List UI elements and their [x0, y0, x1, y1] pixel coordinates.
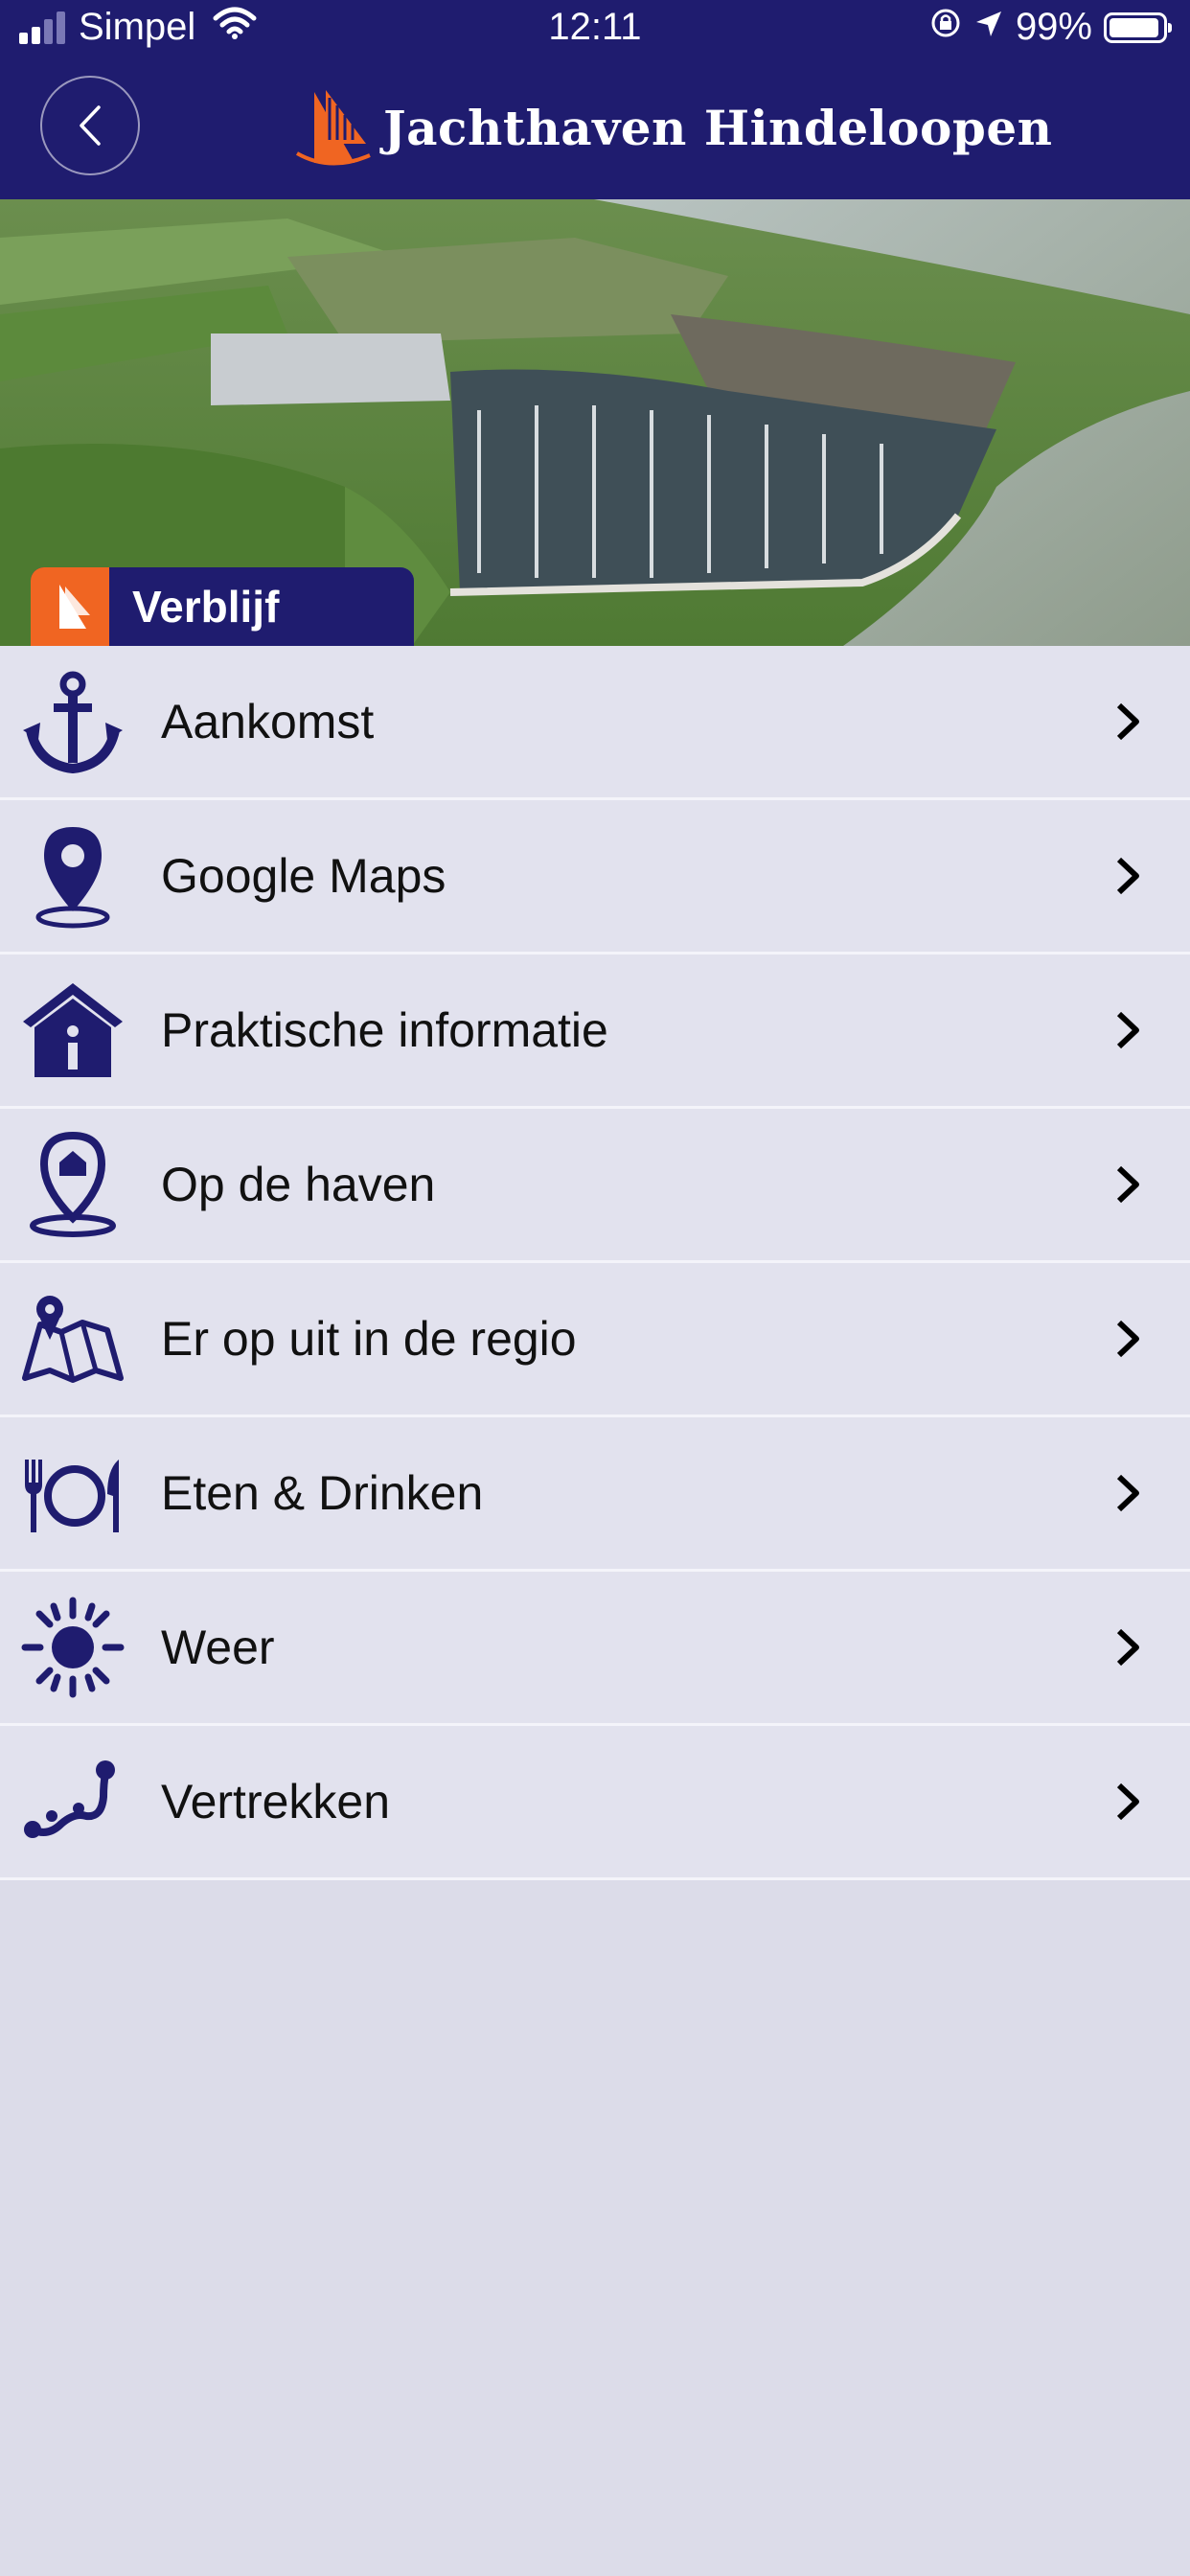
chevron-right-icon	[1116, 1628, 1139, 1667]
battery-icon	[1104, 12, 1172, 43]
menu-item-eten-drinken[interactable]: Eten & Drinken	[0, 1417, 1190, 1572]
menu-item-label: Aankomst	[161, 695, 375, 748]
chevron-right-icon	[1116, 1782, 1139, 1821]
menu-item-er-op-uit[interactable]: Er op uit in de regio	[0, 1263, 1190, 1417]
menu-item-google-maps[interactable]: Google Maps	[0, 800, 1190, 954]
chevron-right-icon	[1116, 1011, 1139, 1049]
house-info-icon	[23, 983, 123, 1077]
location-home-icon	[30, 1132, 116, 1237]
status-bar: Simpel 12:11 99%	[0, 0, 1190, 59]
menu-item-label: Er op uit in de regio	[161, 1312, 577, 1366]
chevron-right-icon	[1116, 1474, 1139, 1512]
menu-item-praktische-informatie[interactable]: Praktische informatie	[0, 954, 1190, 1109]
back-button[interactable]	[40, 76, 140, 175]
menu-list: Aankomst Google Maps Praktische informat…	[0, 646, 1190, 1880]
menu-item-label: Vertrekken	[161, 1775, 391, 1828]
status-right: 99%	[929, 6, 1172, 49]
menu-item-weer[interactable]: Weer	[0, 1572, 1190, 1726]
chevron-left-icon	[80, 105, 101, 146]
map-pin-icon	[35, 827, 110, 929]
menu-item-op-de-haven[interactable]: Op de haven	[0, 1109, 1190, 1263]
menu-item-label: Google Maps	[161, 849, 446, 903]
menu-item-aankomst[interactable]: Aankomst	[0, 646, 1190, 800]
menu-item-vertrekken[interactable]: Vertrekken	[0, 1726, 1190, 1880]
sun-icon	[21, 1597, 125, 1698]
logo-icon	[296, 90, 371, 166]
menu-item-label: Praktische informatie	[161, 1003, 608, 1057]
battery-percent: 99%	[1015, 6, 1092, 48]
section-tag: Verblijf	[31, 567, 414, 646]
section-title: Verblijf	[132, 582, 280, 632]
nav-bar: Jachthaven Hindeloopen	[0, 59, 1190, 199]
menu-item-label: Op de haven	[161, 1158, 436, 1211]
brand: Jachthaven Hindeloopen	[287, 86, 1053, 169]
route-icon	[24, 1760, 115, 1838]
menu-item-label: Eten & Drinken	[161, 1466, 484, 1520]
map-icon	[22, 1296, 124, 1383]
orientation-lock-icon	[929, 6, 962, 49]
chevron-right-icon	[1116, 1320, 1139, 1358]
chevron-right-icon	[1116, 1165, 1139, 1204]
hero-image: Verblijf	[0, 199, 1190, 646]
app-title: Jachthaven Hindeloopen	[383, 99, 1053, 156]
sail-icon	[31, 567, 109, 646]
anchor-icon	[23, 671, 123, 774]
menu-item-label: Weer	[161, 1621, 275, 1674]
location-arrow-icon	[973, 6, 1004, 49]
chevron-right-icon	[1116, 702, 1139, 741]
chevron-right-icon	[1116, 857, 1139, 895]
fork-plate-knife-icon	[25, 1460, 119, 1532]
